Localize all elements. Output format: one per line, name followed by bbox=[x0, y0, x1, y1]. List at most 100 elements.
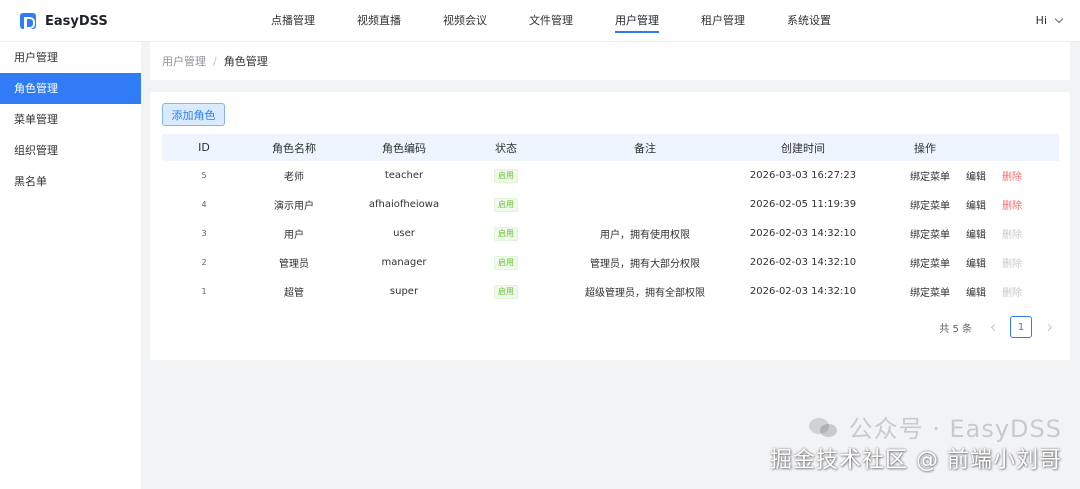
top-header: EasyDSS 点播管理 视频直播 视频会议 文件管理 用户管理 租户管理 系统设置 Hi bbox=[0, 0, 1080, 42]
cell-role-name: 管理员 bbox=[279, 259, 309, 270]
topnav-item[interactable]: 点播管理 bbox=[271, 0, 315, 42]
breadcrumb: 用户管理 / 角色管理 bbox=[150, 42, 1070, 80]
table-header-row: ID 角色名称 角色编码 状态 备注 创建时间 操作 bbox=[162, 134, 1059, 161]
cell-actions: 绑定菜单 编辑 删除 bbox=[862, 161, 1059, 190]
breadcrumb-parent[interactable]: 用户管理 bbox=[162, 53, 206, 69]
cell-role-code: teacher bbox=[384, 170, 424, 181]
cell-role-name: 超管 bbox=[284, 288, 304, 299]
topnav-item[interactable]: 租户管理 bbox=[701, 0, 745, 42]
chevron-left-icon bbox=[990, 323, 998, 331]
cell-role-code: manager bbox=[381, 257, 427, 268]
topnav-item[interactable]: 视频会议 bbox=[443, 0, 487, 42]
cell-note: 用户，拥有使用权限 bbox=[600, 230, 690, 241]
next-page-button[interactable] bbox=[1038, 316, 1058, 338]
cell-actions: 绑定菜单 编辑 删除 bbox=[862, 277, 1059, 306]
table-row: 3 用户 user 启用 用户，拥有使用权限 2026-02-03 14:32:10 绑定菜… bbox=[162, 219, 1059, 248]
cell-status: 启用 bbox=[466, 248, 546, 277]
role-list-card: 添加角色 ID 角色名称 角色编码 状态 备注 创建时间 操作 5 老师 teach… bbox=[150, 92, 1070, 360]
cell-role-name: 老师 bbox=[284, 172, 304, 183]
breadcrumb-current: 角色管理 bbox=[223, 55, 268, 68]
column-header-id: ID bbox=[198, 141, 210, 154]
wechat-icon bbox=[808, 416, 839, 438]
cell-role-name: 用户 bbox=[284, 230, 304, 241]
app-logo[interactable]: EasyDSS bbox=[20, 13, 108, 29]
cell-created-time: 2026-03-03 16:27:23 bbox=[749, 170, 857, 181]
delete-button: 删除 bbox=[1002, 288, 1022, 299]
page-number-button[interactable]: 1 bbox=[1010, 316, 1032, 338]
table-row: 1 超管 super 启用 超级管理员，拥有全部权限 2026-02-03 14:32:1… bbox=[162, 277, 1059, 306]
bind-menu-button[interactable]: 绑定菜单 bbox=[910, 226, 950, 241]
status-badge: 启用 bbox=[494, 226, 518, 241]
cell-role-code: super bbox=[389, 286, 419, 297]
table-row: 5 老师 teacher 启用 2026-03-03 16:27:23 绑定菜单 编辑 删除 bbox=[162, 161, 1059, 190]
sidebar-item[interactable]: 菜单管理 bbox=[0, 104, 141, 135]
cell-note: 超级管理员，拥有全部权限 bbox=[585, 288, 705, 299]
table-row: 4 演示用户 afhaiofheiowa 启用 2026-02-05 11:19:39 绑… bbox=[162, 190, 1059, 219]
cell-role-code: user bbox=[393, 228, 415, 239]
pagination-total: 共 5 条 bbox=[939, 323, 972, 335]
table-row: 2 管理员 manager 启用 管理员，拥有大部分权限 2026-02-03 14:32… bbox=[162, 248, 1059, 277]
cell-note bbox=[546, 161, 744, 190]
user-menu[interactable]: Hi bbox=[1035, 14, 1064, 27]
delete-button[interactable]: 删除 bbox=[1002, 197, 1022, 212]
status-badge: 启用 bbox=[494, 255, 518, 270]
status-badge: 启用 bbox=[494, 168, 518, 183]
column-header-note: 备注 bbox=[634, 141, 656, 155]
column-header-name: 角色名称 bbox=[272, 141, 316, 155]
cell-created-time: 2026-02-03 14:32:10 bbox=[749, 286, 857, 297]
edit-button[interactable]: 编辑 bbox=[966, 197, 986, 212]
cell-id: 1 bbox=[201, 287, 207, 296]
add-role-button[interactable]: 添加角色 bbox=[162, 103, 225, 126]
table-body: 5 老师 teacher 启用 2026-03-03 16:27:23 绑定菜单 编辑 删除 4… bbox=[162, 161, 1059, 306]
edit-button[interactable]: 编辑 bbox=[966, 168, 986, 183]
cell-role-name: 演示用户 bbox=[274, 201, 314, 212]
edit-button[interactable]: 编辑 bbox=[966, 255, 986, 270]
edit-button[interactable]: 编辑 bbox=[966, 284, 986, 299]
sidebar: 用户管理 角色管理 菜单管理 组织管理 黑名单 bbox=[0, 42, 141, 489]
topnav-item[interactable]: 用户管理 bbox=[615, 0, 659, 42]
bind-menu-button[interactable]: 绑定菜单 bbox=[910, 255, 950, 270]
status-badge: 启用 bbox=[494, 197, 518, 212]
delete-button: 删除 bbox=[1002, 259, 1022, 270]
cell-id: 2 bbox=[201, 258, 207, 267]
cell-actions: 绑定菜单 编辑 删除 bbox=[862, 190, 1059, 219]
cell-created-time: 2026-02-05 11:19:39 bbox=[749, 199, 857, 210]
pagination: 共 5 条 1 bbox=[939, 316, 1058, 338]
status-badge: 启用 bbox=[494, 284, 518, 299]
bind-menu-button[interactable]: 绑定菜单 bbox=[910, 197, 950, 212]
cell-actions: 绑定菜单 编辑 删除 bbox=[862, 219, 1059, 248]
bind-menu-button[interactable]: 绑定菜单 bbox=[910, 284, 950, 299]
user-greeting: Hi bbox=[1035, 14, 1047, 27]
column-header-status: 状态 bbox=[495, 141, 517, 155]
bind-menu-button[interactable]: 绑定菜单 bbox=[910, 168, 950, 183]
chevron-right-icon bbox=[1044, 323, 1052, 331]
cell-actions: 绑定菜单 编辑 删除 bbox=[862, 248, 1059, 277]
sidebar-item[interactable]: 组织管理 bbox=[0, 135, 141, 166]
app-name: EasyDSS bbox=[45, 13, 108, 29]
topnav-item[interactable]: 视频直播 bbox=[357, 0, 401, 42]
cell-created-time: 2026-02-03 14:32:10 bbox=[749, 228, 857, 239]
sidebar-item[interactable]: 黑名单 bbox=[0, 166, 141, 197]
cell-id: 4 bbox=[201, 200, 207, 209]
cell-status: 启用 bbox=[466, 277, 546, 306]
watermark-line-1: 公众号 · EasyDSS bbox=[770, 409, 1062, 444]
prev-page-button[interactable] bbox=[984, 316, 1004, 338]
breadcrumb-separator: / bbox=[213, 54, 217, 68]
delete-button[interactable]: 删除 bbox=[1002, 168, 1022, 183]
easydss-logo-icon bbox=[20, 13, 36, 29]
column-header-created: 创建时间 bbox=[781, 141, 825, 155]
cell-note: 管理员，拥有大部分权限 bbox=[590, 259, 700, 270]
column-header-actions: 操作 bbox=[914, 141, 936, 155]
cell-created-time: 2026-02-03 14:32:10 bbox=[749, 257, 857, 268]
sidebar-item[interactable]: 用户管理 bbox=[0, 42, 141, 73]
sidebar-item[interactable]: 角色管理 bbox=[0, 73, 141, 104]
topnav-item[interactable]: 文件管理 bbox=[529, 0, 573, 42]
watermark-line-2: 掘金技术社区 @ 前端小刘哥 bbox=[770, 448, 1062, 473]
cell-role-code: afhaiofheiowa bbox=[368, 199, 440, 210]
topnav-item[interactable]: 系统设置 bbox=[787, 0, 831, 42]
edit-button[interactable]: 编辑 bbox=[966, 226, 986, 241]
cell-status: 启用 bbox=[466, 190, 546, 219]
role-table: ID 角色名称 角色编码 状态 备注 创建时间 操作 5 老师 teacher 启用 2… bbox=[162, 134, 1059, 306]
delete-button: 删除 bbox=[1002, 230, 1022, 241]
watermark: 公众号 · EasyDSS 掘金技术社区 @ 前端小刘哥 bbox=[770, 409, 1062, 474]
